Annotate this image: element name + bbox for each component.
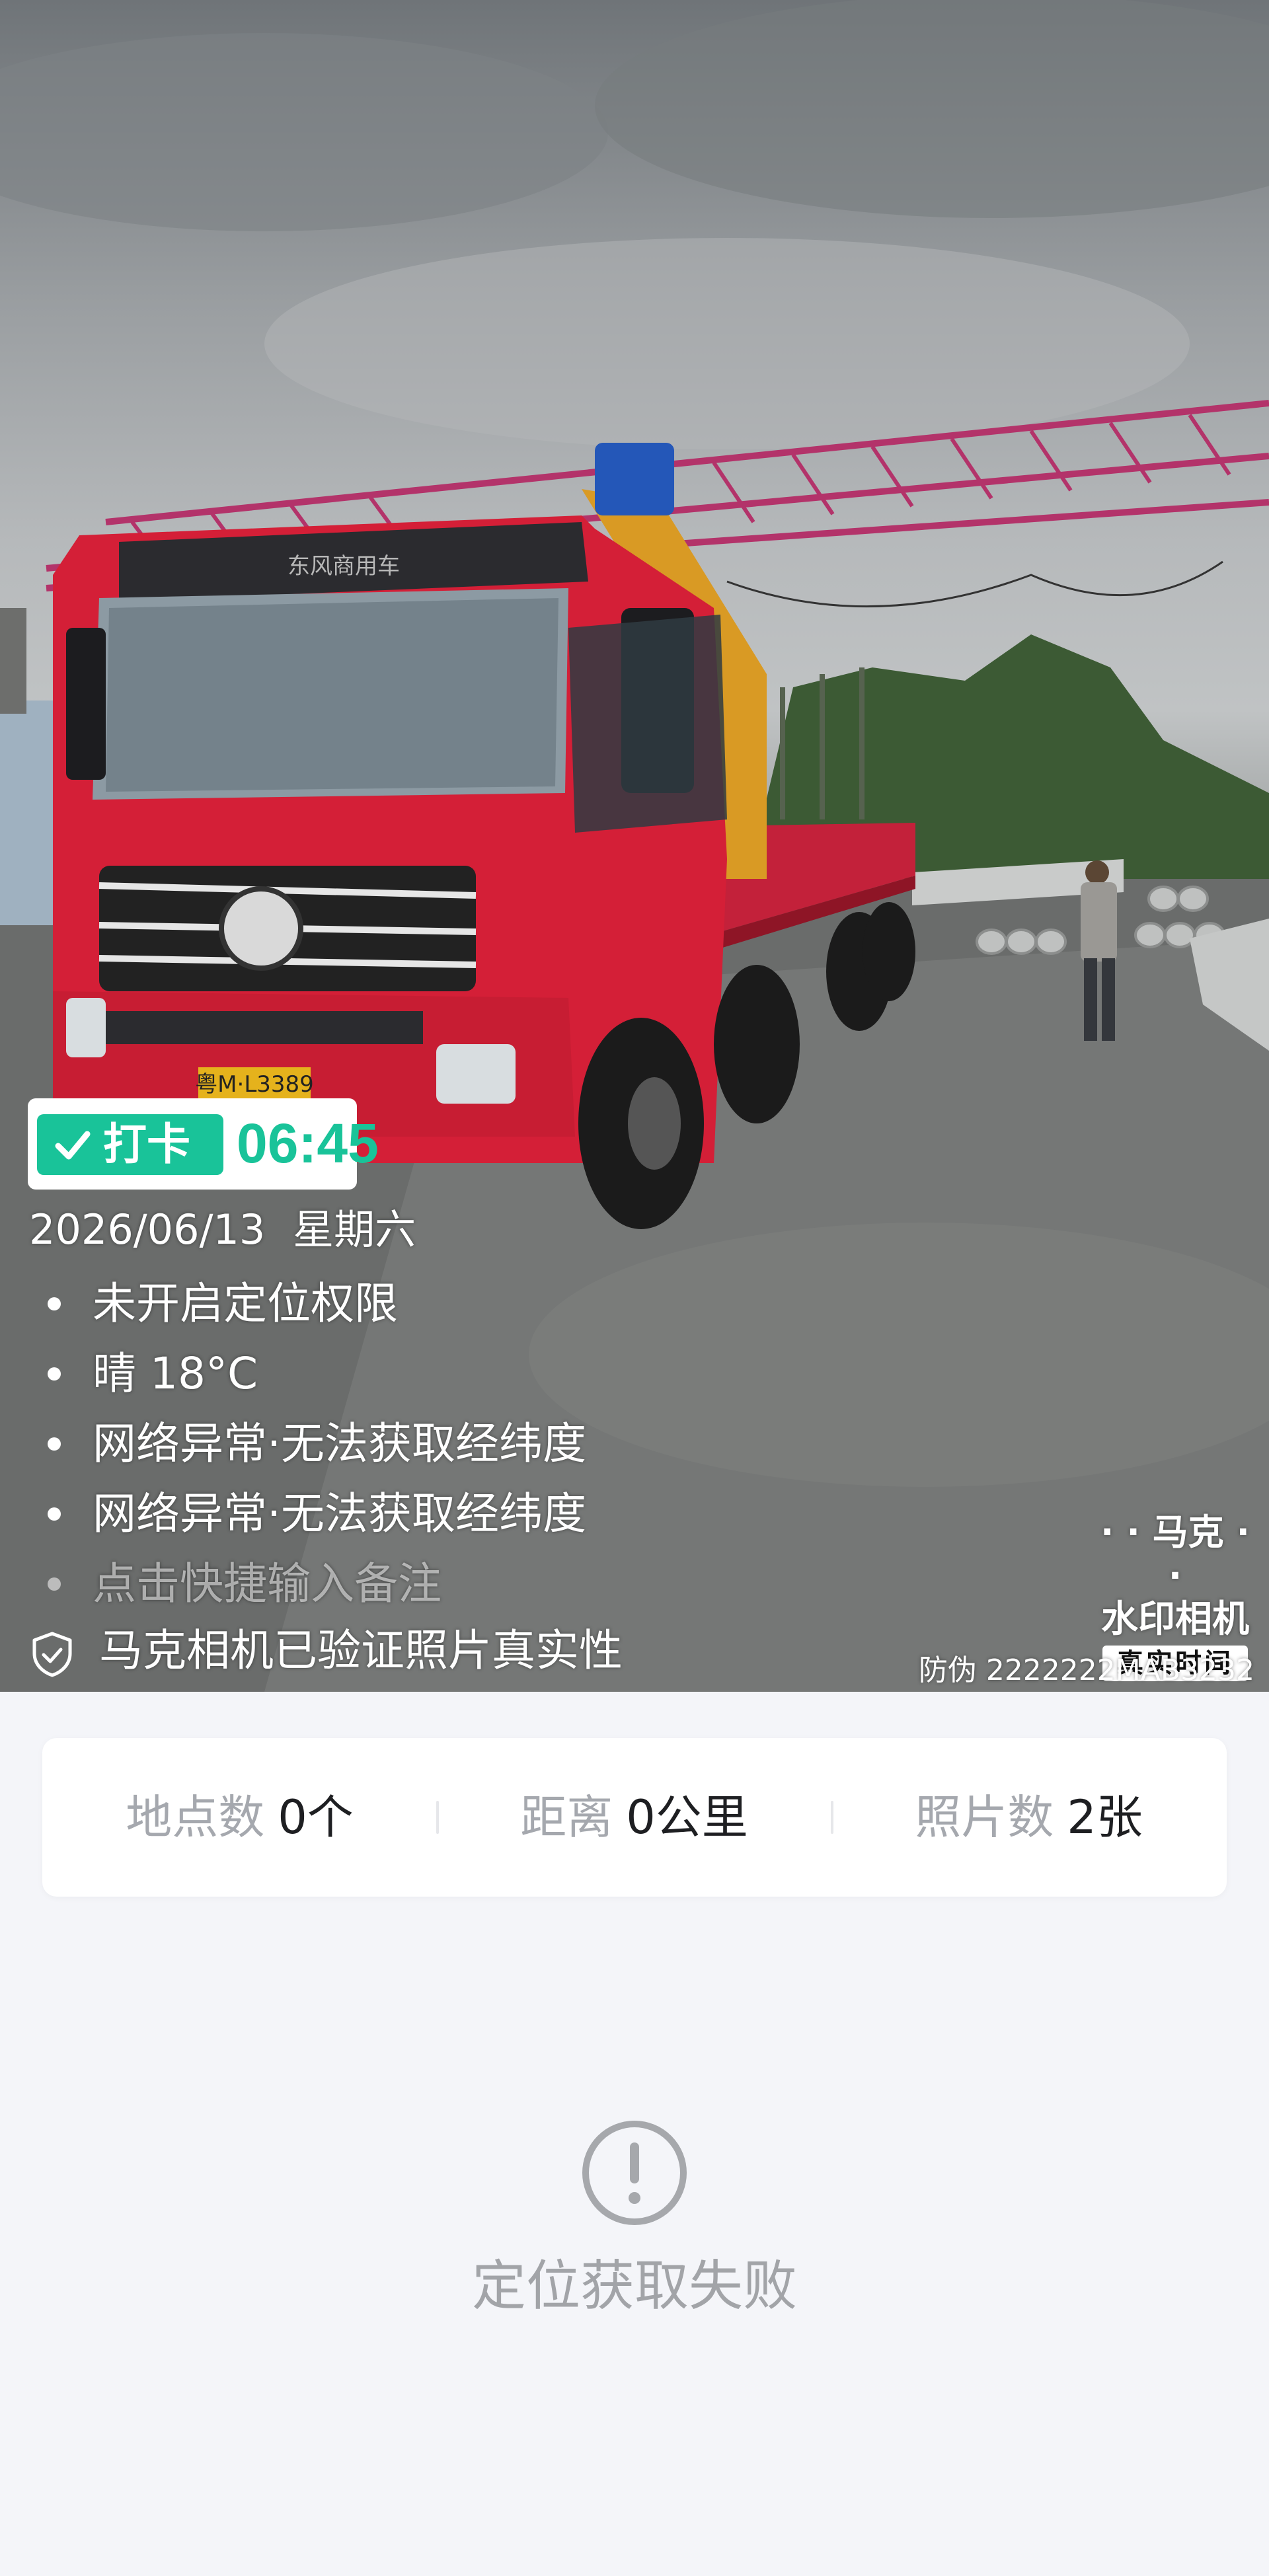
brand-line2: 水印相机 — [1101, 1598, 1249, 1641]
stat-label: 距离 — [520, 1790, 613, 1844]
shield-check-icon — [32, 1632, 72, 1677]
bullet-dot — [48, 1437, 61, 1451]
watermark-photo[interactable]: 粤M·L3389 东风商用车 打卡 06:45 2026/06/13 星期六 未… — [0, 0, 1269, 1692]
antifake-code: 防伪 2222222MAB3232 — [918, 1653, 1254, 1687]
stat-locations: 地点数 0个 — [42, 1738, 437, 1897]
stat-label: 照片数 — [915, 1790, 1054, 1844]
stat-label: 地点数 — [126, 1790, 265, 1844]
checkin-time: 06:45 — [237, 1112, 379, 1174]
coordinates-item: 网络异常·无法获取经纬度 — [40, 1479, 586, 1549]
exclamation-circle-icon — [582, 2121, 687, 2225]
bullet-dot — [48, 1507, 61, 1521]
stat-value: 0个 — [278, 1790, 354, 1844]
watermark-info-list: 未开启定位权限 晴 18°C 网络异常·无法获取经纬度 网络异常·无法获取经纬度… — [40, 1269, 586, 1619]
date-value: 2026/06/13 — [29, 1205, 266, 1254]
brand-line1: · · 马克 · · — [1100, 1511, 1250, 1597]
plate-text: 粤M·L3389 — [195, 1071, 314, 1098]
bullet-dot — [48, 1297, 61, 1310]
stat-value: 0公里 — [626, 1790, 748, 1844]
bullet-dot — [48, 1577, 61, 1591]
location-permission-item[interactable]: 未开启定位权限 — [40, 1269, 586, 1339]
weekday-value: 星期六 — [293, 1205, 416, 1254]
checkin-tag: 打卡 — [37, 1114, 223, 1175]
watermark-date: 2026/06/13 星期六 — [29, 1203, 416, 1257]
checkin-badge: 打卡 06:45 — [28, 1098, 379, 1190]
checkin-label: 打卡 — [103, 1119, 190, 1170]
stat-photos: 照片数 2张 — [831, 1738, 1226, 1897]
stat-value: 2张 — [1067, 1790, 1143, 1844]
stat-distance: 距离 0公里 — [437, 1738, 831, 1897]
bullet-dot — [48, 1367, 61, 1381]
weather-item: 晴 18°C — [40, 1339, 586, 1409]
note-input-hint[interactable]: 点击快捷输入备注 — [40, 1549, 586, 1619]
stats-card: 地点数 0个 距离 0公里 照片数 2张 — [42, 1738, 1227, 1897]
location-failed-message: 定位获取失败 — [471, 2255, 797, 2318]
coordinates-item: 网络异常·无法获取经纬度 — [40, 1409, 586, 1479]
check-icon — [55, 1131, 91, 1160]
cab-brand-text: 东风商用车 — [288, 553, 400, 580]
verified-text: 马克相机已验证照片真实性 — [99, 1625, 623, 1676]
